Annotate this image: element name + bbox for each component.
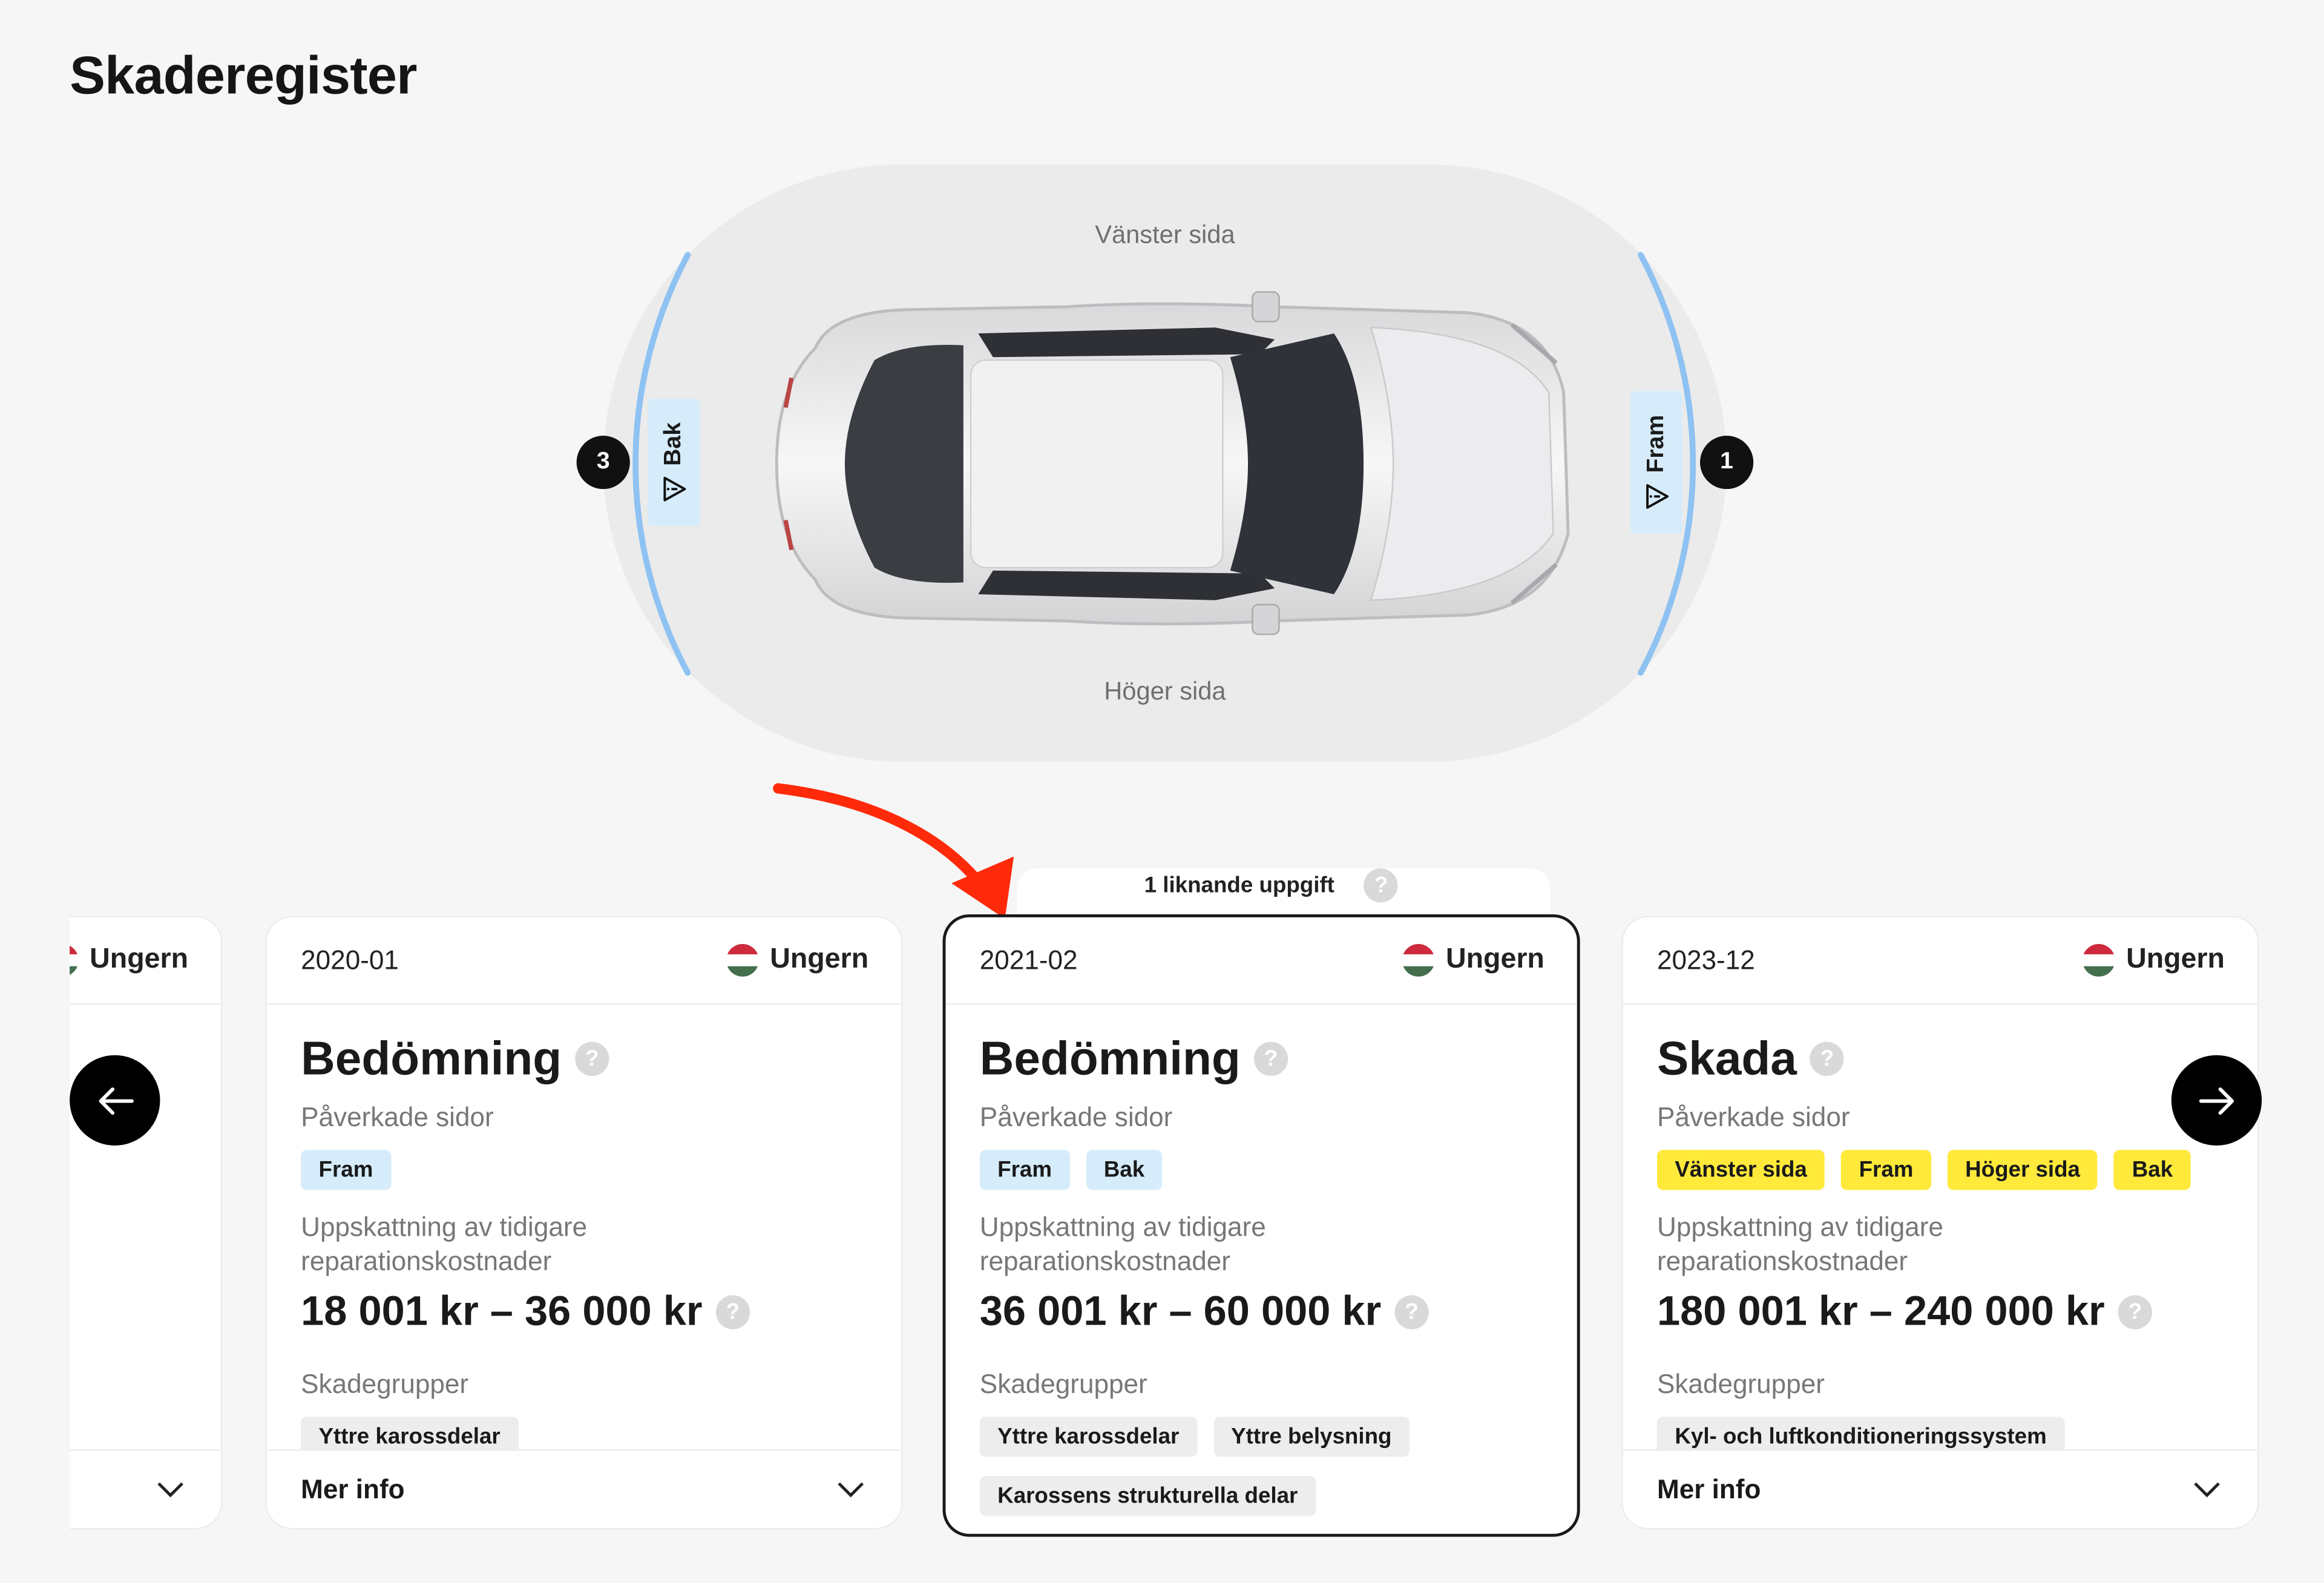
- side-chip: Höger sida: [1947, 1150, 2098, 1190]
- side-chip: Fram: [301, 1150, 391, 1190]
- group-chip: Yttre belysning: [1213, 1417, 1410, 1457]
- card-country: Ungern: [725, 944, 869, 977]
- card-country: Ungern: [1401, 944, 1544, 977]
- right-side-label: Höger sida: [1104, 677, 1226, 706]
- help-icon[interactable]: ?: [1394, 1294, 1429, 1329]
- rear-zone-label: Bak: [660, 422, 686, 467]
- chevron-down-icon: [157, 1482, 183, 1498]
- hungary-flag-icon: [725, 944, 758, 977]
- card-date: 2021-02: [979, 945, 1078, 975]
- country-name: Ungern: [2126, 944, 2225, 975]
- arrow-right-icon: [2198, 1086, 2233, 1114]
- record-type-label: Skada: [1656, 1031, 1797, 1085]
- card-expand-toggle[interactable]: Mer info: [1623, 1449, 2257, 1528]
- help-icon[interactable]: ?: [2118, 1294, 2153, 1329]
- help-icon[interactable]: ?: [1253, 1041, 1288, 1076]
- record-type: Bedömning?: [301, 1032, 867, 1087]
- hungary-flag-icon: [1401, 944, 1434, 977]
- cost-value: 18 001 kr – 36 000 kr: [301, 1288, 703, 1334]
- side-chip: Fram: [979, 1150, 1070, 1190]
- card-header: 2023-12 Ungern: [1623, 917, 2257, 1005]
- cost-estimate: 18 001 kr – 36 000 kr?: [301, 1288, 867, 1335]
- front-zone-label: Fram: [1643, 415, 1669, 474]
- card-header: 2021-02 Ungern: [945, 917, 1577, 1005]
- help-icon[interactable]: ?: [575, 1041, 609, 1076]
- damage-card[interactable]: 2023-12 Ungern Skada? Påverkade sidor Vä…: [1621, 916, 2259, 1530]
- record-type: Bedömning?: [980, 1032, 1543, 1087]
- damage-register-page: Skaderegister Vänster sida Höger sida Ba…: [0, 0, 2324, 1583]
- country-name: Ungern: [90, 944, 189, 975]
- group-chip: Yttre karossdelar: [979, 1417, 1197, 1457]
- card-header: 2020-01 Ungern: [266, 917, 901, 1005]
- affected-sides: Vänster sida Fram Höger sida Bak: [1656, 1150, 2224, 1190]
- country-name: Ungern: [1445, 944, 1544, 975]
- more-info-label: Mer info: [1656, 1473, 1761, 1504]
- previous-button[interactable]: [70, 1055, 160, 1146]
- chevron-down-icon: [2194, 1482, 2220, 1498]
- cost-value: 180 001 kr – 240 000 kr: [1656, 1288, 2105, 1334]
- record-type-label: Bedömning: [301, 1031, 562, 1085]
- affected-sides: Fram: [301, 1150, 867, 1190]
- card-date: 2020-01: [301, 945, 399, 975]
- rear-zone-tag[interactable]: Bak: [648, 398, 700, 526]
- help-icon[interactable]: ?: [1810, 1041, 1845, 1076]
- damage-groups-label: Skadegrupper: [301, 1369, 469, 1399]
- warning-icon: [663, 476, 686, 501]
- affected-sides-label: Påverkade sidor: [1656, 1103, 1850, 1133]
- arrow-left-icon: [98, 1086, 133, 1114]
- damage-card-selected[interactable]: 2021-02 Ungern Bedömning? Påverkade sido…: [942, 914, 1580, 1537]
- chevron-down-icon: [838, 1482, 864, 1498]
- cost-estimate: 36 001 kr – 60 000 kr?: [980, 1288, 1543, 1335]
- damage-card[interactable]: Ungern: [70, 916, 223, 1530]
- help-icon[interactable]: ?: [715, 1294, 750, 1329]
- country-name: Ungern: [770, 944, 869, 975]
- card-country: Ungern: [70, 944, 188, 977]
- damage-groups-label: Skadegrupper: [979, 1369, 1147, 1399]
- cost-estimate-label: Uppskattning av tidigare reparationskost…: [301, 1212, 588, 1276]
- cost-estimate-label: Uppskattning av tidigare reparationskost…: [1656, 1212, 1943, 1276]
- rear-damage-count[interactable]: 3: [576, 436, 630, 490]
- affected-sides-label: Påverkade sidor: [979, 1103, 1173, 1133]
- affected-sides: Fram Bak: [979, 1150, 1543, 1190]
- cost-estimate: 180 001 kr – 240 000 kr?: [1657, 1288, 2224, 1335]
- record-type-label: Bedömning: [979, 1031, 1241, 1085]
- group-chip: Karossens strukturella delar: [979, 1476, 1316, 1516]
- card-date: 2023-12: [1656, 945, 1755, 975]
- left-side-label: Vänster sida: [1095, 220, 1235, 249]
- front-damage-count[interactable]: 1: [1700, 436, 1754, 490]
- card-header: Ungern: [70, 917, 221, 1005]
- record-type: Skada?: [1657, 1032, 2224, 1087]
- damage-cards-carousel: Ungern 2020-01 Ungern Bedömning? Påverka…: [70, 830, 2259, 1571]
- damage-groups-label: Skadegrupper: [1656, 1369, 1825, 1399]
- front-zone-tag[interactable]: Fram: [1630, 391, 1682, 534]
- side-chip: Vänster sida: [1656, 1150, 1825, 1190]
- side-chip: Bak: [1086, 1150, 1163, 1190]
- car-top-view-image: [775, 291, 1570, 635]
- card-expand-toggle[interactable]: Mer info: [266, 1449, 901, 1528]
- cost-value: 36 001 kr – 60 000 kr: [979, 1288, 1382, 1334]
- affected-sides-label: Påverkade sidor: [301, 1103, 494, 1133]
- warning-icon: [1645, 483, 1668, 508]
- hungary-flag-icon: [70, 944, 78, 977]
- cost-estimate-label: Uppskattning av tidigare reparationskost…: [979, 1212, 1266, 1276]
- side-chip: Bak: [2114, 1150, 2191, 1190]
- more-info-label: Mer info: [301, 1473, 405, 1504]
- damage-groups: Yttre karossdelar Yttre belysning Kaross…: [979, 1417, 1543, 1516]
- page-title: Skaderegister: [70, 44, 417, 105]
- hungary-flag-icon: [2081, 944, 2115, 977]
- next-button[interactable]: [2171, 1055, 2262, 1146]
- card-country: Ungern: [2081, 944, 2225, 977]
- side-chip: Fram: [1841, 1150, 1931, 1190]
- card-expand-toggle[interactable]: [70, 1449, 221, 1528]
- damage-card[interactable]: 2020-01 Ungern Bedömning? Påverkade sido…: [265, 916, 903, 1530]
